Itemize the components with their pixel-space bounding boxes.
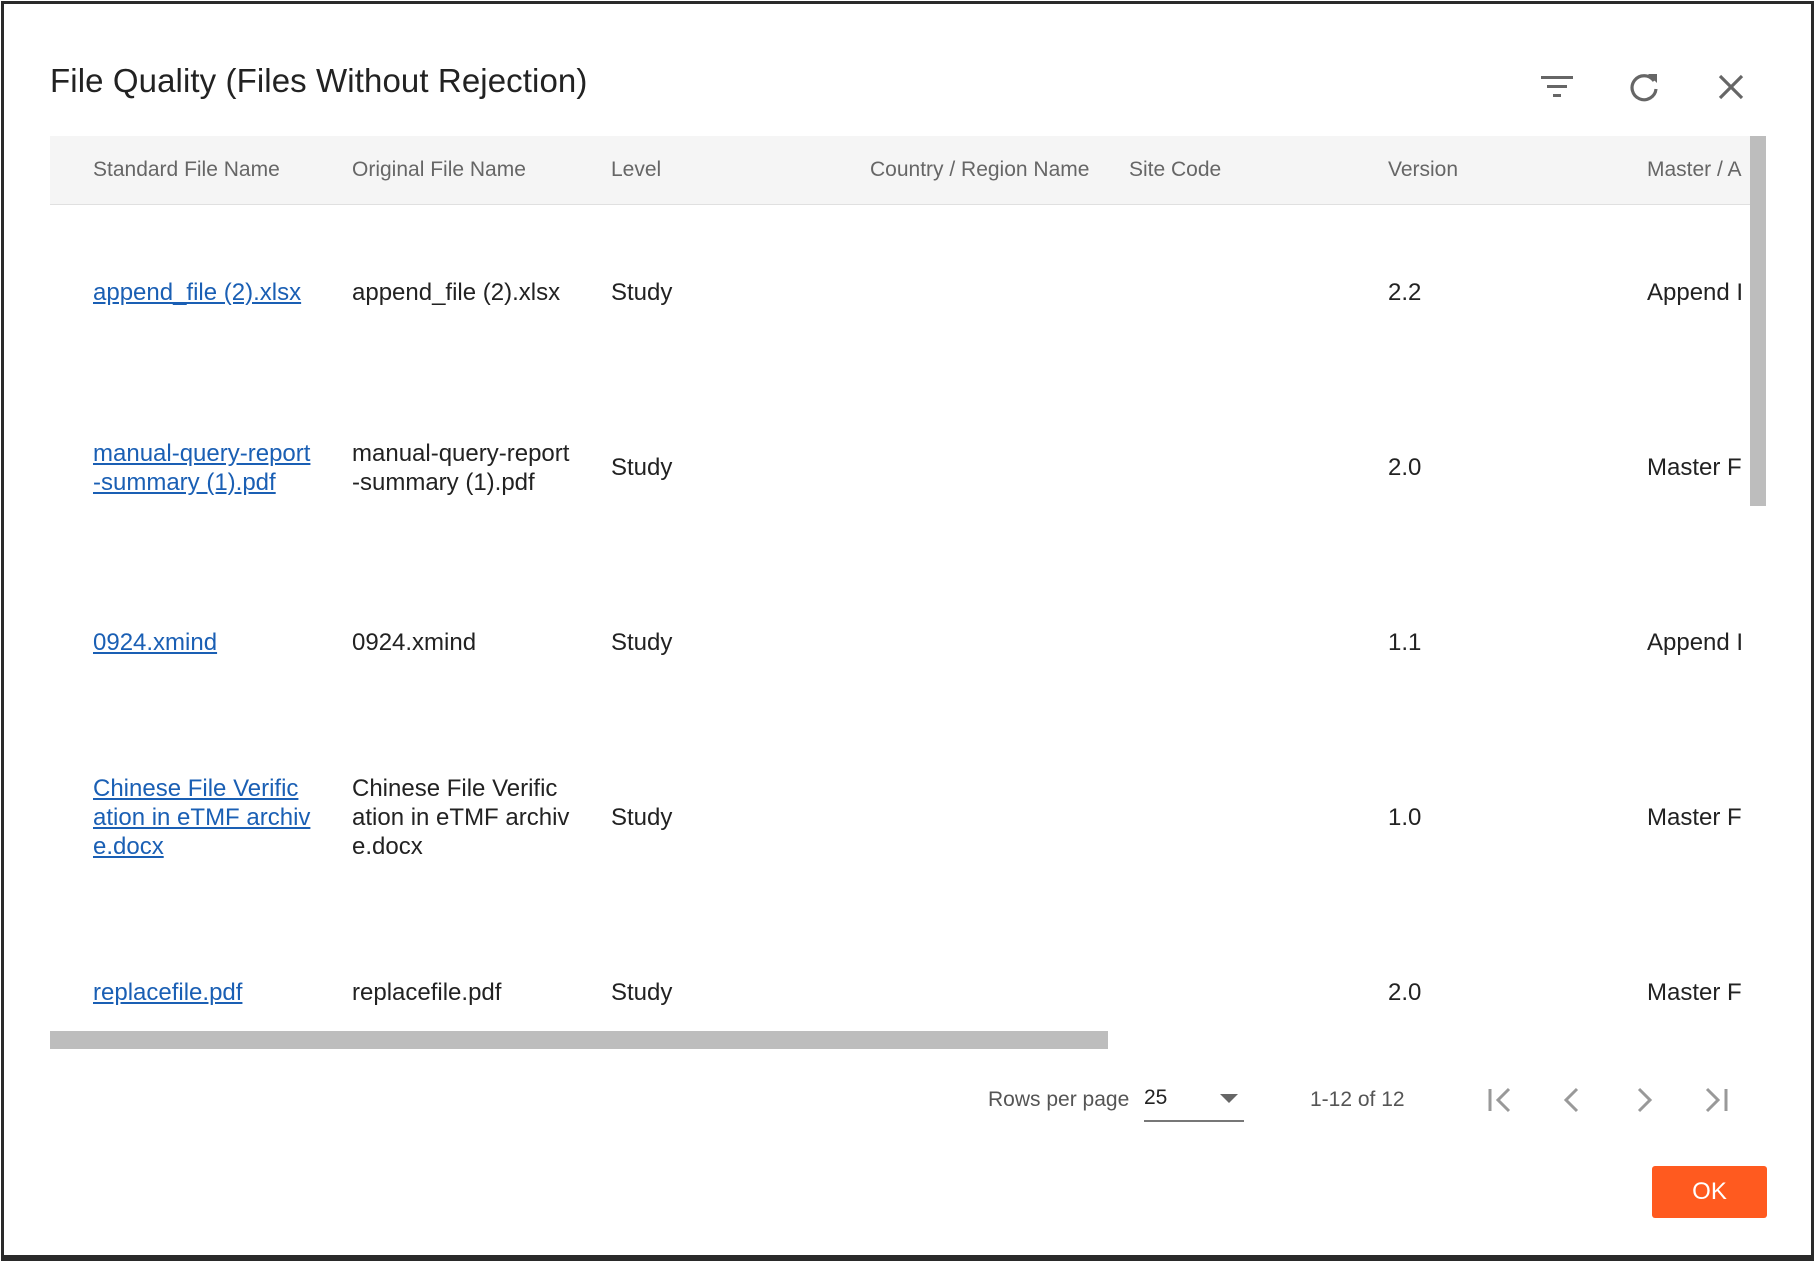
file-quality-dialog: File Quality (Files Without Rejection) S… xyxy=(4,4,1811,1255)
filter-icon[interactable] xyxy=(1534,64,1580,110)
standard-file-name-cell[interactable]: manual-query-report-summary (1).pdf xyxy=(93,380,311,555)
table-row: append_file (2).xlsx append_file (2).xls… xyxy=(50,205,1750,381)
master-append-value: Append I xyxy=(1647,629,1744,656)
standard-file-name-cell[interactable]: 0924.xmind xyxy=(93,555,311,730)
original-file-name: replacefile.pdf xyxy=(352,979,502,1006)
level-value: Study xyxy=(611,804,673,831)
standard-file-name-cell[interactable]: replacefile.pdf xyxy=(93,905,311,1051)
original-file-name: manual-query-report-summary (1).pdf xyxy=(352,439,570,496)
version-value: 2.0 xyxy=(1388,979,1422,1006)
version-cell: 1.1 xyxy=(1388,555,1421,730)
files-table: Standard File Name Original File Name Le… xyxy=(50,136,1766,1051)
original-file-name: 0924.xmind xyxy=(352,629,477,656)
last-page-icon[interactable] xyxy=(1694,1076,1738,1124)
original-file-name: append_file (2).xlsx xyxy=(352,279,561,306)
master-append-cell: Master F xyxy=(1647,905,1742,1051)
level-cell: Study xyxy=(611,905,672,1051)
version-cell: 1.0 xyxy=(1388,730,1421,905)
table-header: Standard File Name Original File Name Le… xyxy=(50,136,1750,205)
level-cell: Study xyxy=(611,205,672,380)
prev-page-icon[interactable] xyxy=(1550,1076,1594,1124)
level-value: Study xyxy=(611,279,673,306)
master-append-value: Master F xyxy=(1647,454,1742,481)
first-page-icon[interactable] xyxy=(1478,1076,1522,1124)
dialog-title: File Quality (Files Without Rejection) xyxy=(50,62,588,99)
standard-file-link[interactable]: 0924.xmind xyxy=(93,628,311,657)
refresh-icon[interactable] xyxy=(1621,64,1667,110)
master-append-value: Append I xyxy=(1647,279,1744,306)
version-value: 2.0 xyxy=(1388,454,1422,481)
level-cell: Study xyxy=(611,555,672,730)
column-header-site-code[interactable]: Site Code xyxy=(1129,136,1221,204)
master-append-value: Master F xyxy=(1647,979,1742,1006)
level-cell: Study xyxy=(611,380,672,555)
standard-file-link[interactable]: manual-query-report-summary (1).pdf xyxy=(93,439,311,497)
original-file-name-cell: 0924.xmind xyxy=(352,555,570,730)
standard-file-name-cell[interactable]: append_file (2).xlsx xyxy=(93,205,311,380)
version-cell: 2.0 xyxy=(1388,380,1421,555)
master-append-cell: Master F xyxy=(1647,380,1742,555)
column-header-master-append[interactable]: Master / A xyxy=(1647,136,1742,204)
table-row: 0924.xmind 0924.xmind Study 1.1 Append I xyxy=(50,555,1750,731)
master-append-cell: Master F xyxy=(1647,730,1742,905)
original-file-name: Chinese File Verification in eTMF archiv… xyxy=(352,775,570,860)
rows-per-page-select[interactable]: 25 xyxy=(1144,1076,1244,1122)
column-header-level[interactable]: Level xyxy=(611,136,661,204)
close-icon[interactable] xyxy=(1708,64,1754,110)
standard-file-name-cell[interactable]: Chinese File Verification in eTMF archiv… xyxy=(93,730,311,905)
version-cell: 2.2 xyxy=(1388,205,1421,380)
column-header-version[interactable]: Version xyxy=(1388,136,1458,204)
level-value: Study xyxy=(611,979,673,1006)
original-file-name-cell: manual-query-report-summary (1).pdf xyxy=(352,380,570,555)
version-cell: 2.0 xyxy=(1388,905,1421,1051)
version-value: 2.2 xyxy=(1388,279,1422,306)
table-row: manual-query-report-summary (1).pdf manu… xyxy=(50,380,1750,556)
level-cell: Study xyxy=(611,730,672,905)
table-row: replacefile.pdf replacefile.pdf Study 2.… xyxy=(50,905,1750,1051)
pagination-range: 1-12 of 12 xyxy=(1310,1088,1405,1111)
chevron-down-icon xyxy=(1220,1094,1238,1103)
ok-button[interactable]: OK xyxy=(1652,1166,1767,1218)
master-append-cell: Append I xyxy=(1647,555,1743,730)
standard-file-link[interactable]: Chinese File Verification in eTMF archiv… xyxy=(93,774,311,861)
window-frame: File Quality (Files Without Rejection) S… xyxy=(1,1,1814,1261)
rows-per-page-value: 25 xyxy=(1144,1086,1168,1109)
horizontal-scrollbar[interactable] xyxy=(50,1031,1108,1049)
original-file-name-cell: replacefile.pdf xyxy=(352,905,570,1051)
standard-file-link[interactable]: append_file (2).xlsx xyxy=(93,278,311,307)
original-file-name-cell: append_file (2).xlsx xyxy=(352,205,570,380)
version-value: 1.0 xyxy=(1388,804,1422,831)
next-page-icon[interactable] xyxy=(1622,1076,1666,1124)
version-value: 1.1 xyxy=(1388,629,1422,656)
vertical-scrollbar[interactable] xyxy=(1750,136,1766,506)
column-header-standard-file-name[interactable]: Standard File Name xyxy=(93,136,280,204)
master-append-cell: Append I xyxy=(1647,205,1743,380)
rows-per-page-label: Rows per page xyxy=(988,1088,1130,1111)
column-header-country-region-name[interactable]: Country / Region Name xyxy=(870,136,1089,204)
level-value: Study xyxy=(611,454,673,481)
column-header-original-file-name[interactable]: Original File Name xyxy=(352,136,526,204)
table-row: Chinese File Verification in eTMF archiv… xyxy=(50,730,1750,906)
master-append-value: Master F xyxy=(1647,804,1742,831)
standard-file-link[interactable]: replacefile.pdf xyxy=(93,978,311,1007)
level-value: Study xyxy=(611,629,673,656)
original-file-name-cell: Chinese File Verification in eTMF archiv… xyxy=(352,730,570,905)
